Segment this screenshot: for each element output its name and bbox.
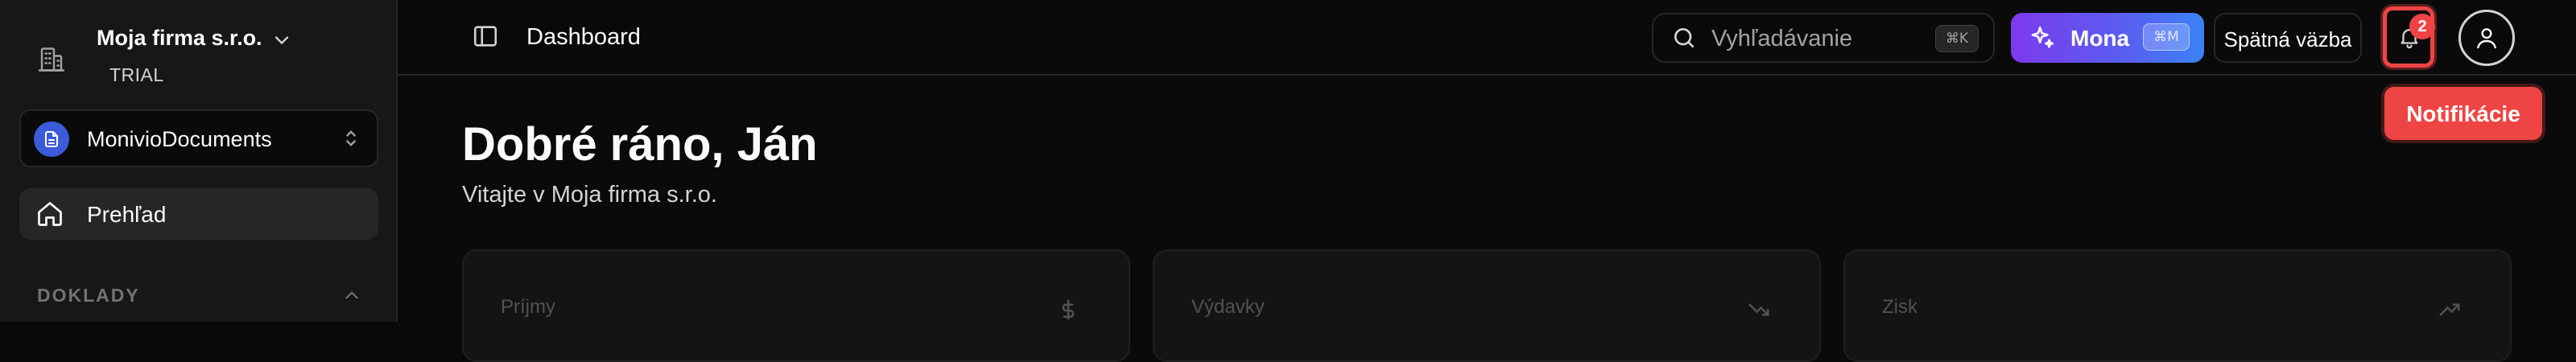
mona-shortcut: ⌘M bbox=[2143, 23, 2190, 51]
feedback-label: Spätná väzba bbox=[2223, 27, 2352, 51]
product-switcher[interactable]: MonivioDocuments bbox=[19, 109, 378, 167]
sparkles-icon bbox=[2029, 24, 2056, 51]
stat-card-zisk[interactable]: Zisk bbox=[1843, 249, 2512, 362]
notifications-button[interactable]: 2 bbox=[2383, 6, 2435, 68]
chevron-up-icon bbox=[341, 285, 362, 306]
building-icon bbox=[37, 45, 66, 74]
stat-card-prijmy[interactable]: Príjmy bbox=[462, 249, 1130, 362]
sidebar-section-doklady[interactable]: DOKLADY bbox=[37, 285, 362, 309]
search-box[interactable]: ⌘K bbox=[1652, 13, 1995, 63]
tooltip-label: Notifikácie bbox=[2406, 101, 2520, 126]
home-icon bbox=[35, 200, 64, 228]
greeting-heading: Dobré ráno, Ján bbox=[462, 118, 818, 171]
notifications-tooltip: Notifikácie bbox=[2384, 87, 2542, 140]
search-icon bbox=[1671, 25, 1697, 51]
stat-card-label: Výdavky bbox=[1191, 296, 1265, 318]
chevron-down-icon bbox=[270, 29, 293, 51]
mona-assistant-button[interactable]: Mona ⌘M bbox=[2011, 13, 2204, 63]
sidebar-item-prehlad[interactable]: Prehľad bbox=[19, 188, 378, 240]
product-name: MonivioDocuments bbox=[87, 127, 272, 151]
sidebar-toggle-icon[interactable] bbox=[472, 23, 499, 50]
dollar-icon bbox=[1056, 298, 1080, 322]
feedback-button[interactable]: Spätná väzba bbox=[2214, 13, 2362, 63]
chevrons-up-down-icon bbox=[340, 127, 362, 150]
stat-card-label: Zisk bbox=[1882, 296, 1918, 318]
organization-name: Moja firma s.r.o. bbox=[97, 26, 262, 50]
section-label: DOKLADY bbox=[37, 285, 140, 306]
search-shortcut: ⌘K bbox=[1934, 25, 1979, 52]
sidebar: Moja firma s.r.o. TRIAL MonivioDocuments… bbox=[0, 0, 398, 322]
notification-count-badge: 2 bbox=[2409, 14, 2435, 39]
mona-label: Mona bbox=[2070, 26, 2130, 51]
plan-badge: TRIAL bbox=[109, 64, 164, 85]
stat-card-label: Príjmy bbox=[501, 296, 555, 318]
sidebar-item-label: Prehľad bbox=[87, 202, 167, 227]
greeting-subtitle: Vitajte v Moja firma s.r.o. bbox=[462, 182, 717, 208]
user-avatar[interactable] bbox=[2458, 10, 2515, 66]
top-bar: Dashboard ⌘K Mona ⌘M Spätná väzba 2 bbox=[398, 0, 2576, 76]
organization-switcher[interactable]: Moja firma s.r.o. TRIAL bbox=[32, 21, 386, 93]
search-input[interactable] bbox=[1710, 23, 1914, 55]
trending-up-icon bbox=[2438, 298, 2462, 322]
page-title: Dashboard bbox=[526, 24, 641, 50]
trending-down-icon bbox=[1747, 298, 1771, 322]
user-icon bbox=[2474, 23, 2500, 52]
document-icon bbox=[34, 121, 69, 157]
stat-card-vydavky[interactable]: Výdavky bbox=[1153, 249, 1821, 362]
